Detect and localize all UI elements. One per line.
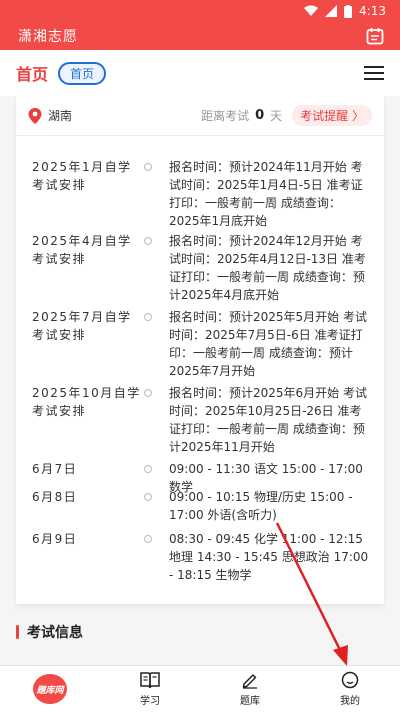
exam-reminder-button[interactable]: 考试提醒 〉 [292,105,372,126]
distance-unit: 天 [270,109,283,123]
exam-schedule-card: 湖南 距离考试 0 天 考试提醒 〉 2025年1月自学考试安排 报名时间：预计… [16,96,384,604]
menu-icon[interactable] [364,66,384,80]
status-time: 4:13 [359,4,386,18]
user-face-icon [341,671,359,689]
bottom-nav: 題库网 学习 题库 我的 [0,665,400,712]
nav-label: 我的 [340,696,360,707]
schedule-date: 6月9日 [32,532,78,546]
distance-value: 0 [255,108,265,123]
schedule-date: 6月8日 [32,490,78,504]
calendar-icon[interactable] [366,27,384,45]
schedule-date: 2025年1月自学考试安排 [32,160,132,192]
schedule-date: 2025年10月自学考试安排 [32,386,141,418]
nav-mine[interactable]: 我的 [300,666,400,712]
nav-label: 学习 [140,696,160,707]
schedule-detail: 09:00 - 10:15 物理/历史 15:00 - 17:00 外语(含听力… [169,490,353,522]
schedule-detail: 报名时间：预计2024年12月开始 考试时间：2025年4月12日-13日 准考… [169,234,366,302]
timeline-dot [144,389,152,397]
schedule-detail: 报名时间：预计2024年11月开始 考试时间：2025年1月4日-5日 准考证打… [169,160,363,228]
schedule-detail: 08:30 - 09:45 化学 11:00 - 12:15 地理 14:30 … [169,532,369,582]
section-title: 考试信息 [27,625,83,641]
timeline-dot [144,313,152,321]
wifi-icon [304,5,319,16]
battery-icon [344,4,353,18]
book-icon [140,672,160,689]
schedule-date: 2025年7月自学考试安排 [32,310,132,342]
timeline-dot [144,465,152,473]
main-content: 湖南 距离考试 0 天 考试提醒 〉 2025年1月自学考试安排 报名时间：预计… [0,96,400,665]
location-pin-icon [28,107,42,124]
exam-header: 湖南 距离考试 0 天 考试提醒 〉 [16,96,384,136]
schedule-date: 6月7日 [32,462,78,476]
app-logo[interactable]: 題库网 [33,674,67,704]
section-accent-bar [16,625,19,639]
timeline-dot [144,237,152,245]
app-bar: 潇湘志愿 [0,22,400,50]
status-bar: 4:13 [0,0,400,22]
timeline-dot [144,493,152,501]
schedule-date: 2025年4月自学考试安排 [32,234,132,266]
home-tag-button[interactable]: 首页 [58,61,107,85]
nav-label: 题库 [240,696,260,707]
distance-label: 距离考试 [201,109,250,123]
exam-info-section-header: 考试信息 [16,622,83,642]
nav-home[interactable]: 題库网 [0,666,100,712]
timeline-dot [144,163,152,171]
location-text[interactable]: 湖南 [48,107,72,124]
pencil-icon [242,674,257,689]
nav-question-bank[interactable]: 题库 [200,666,300,712]
nav-bar: 首页 首页 [0,50,400,96]
app-title: 潇湘志愿 [18,29,78,45]
schedule-detail: 报名时间：预计2025年6月开始 考试时间：2025年10月25日-26日 准考… [169,386,367,454]
signal-icon [325,5,338,17]
timeline-dot [144,535,152,543]
page-title: 首页 [16,65,49,84]
schedule-detail: 报名时间：预计2025年5月开始 考试时间：2025年7月5日-6日 准考证打印… [169,310,367,378]
nav-study[interactable]: 学习 [100,666,200,712]
